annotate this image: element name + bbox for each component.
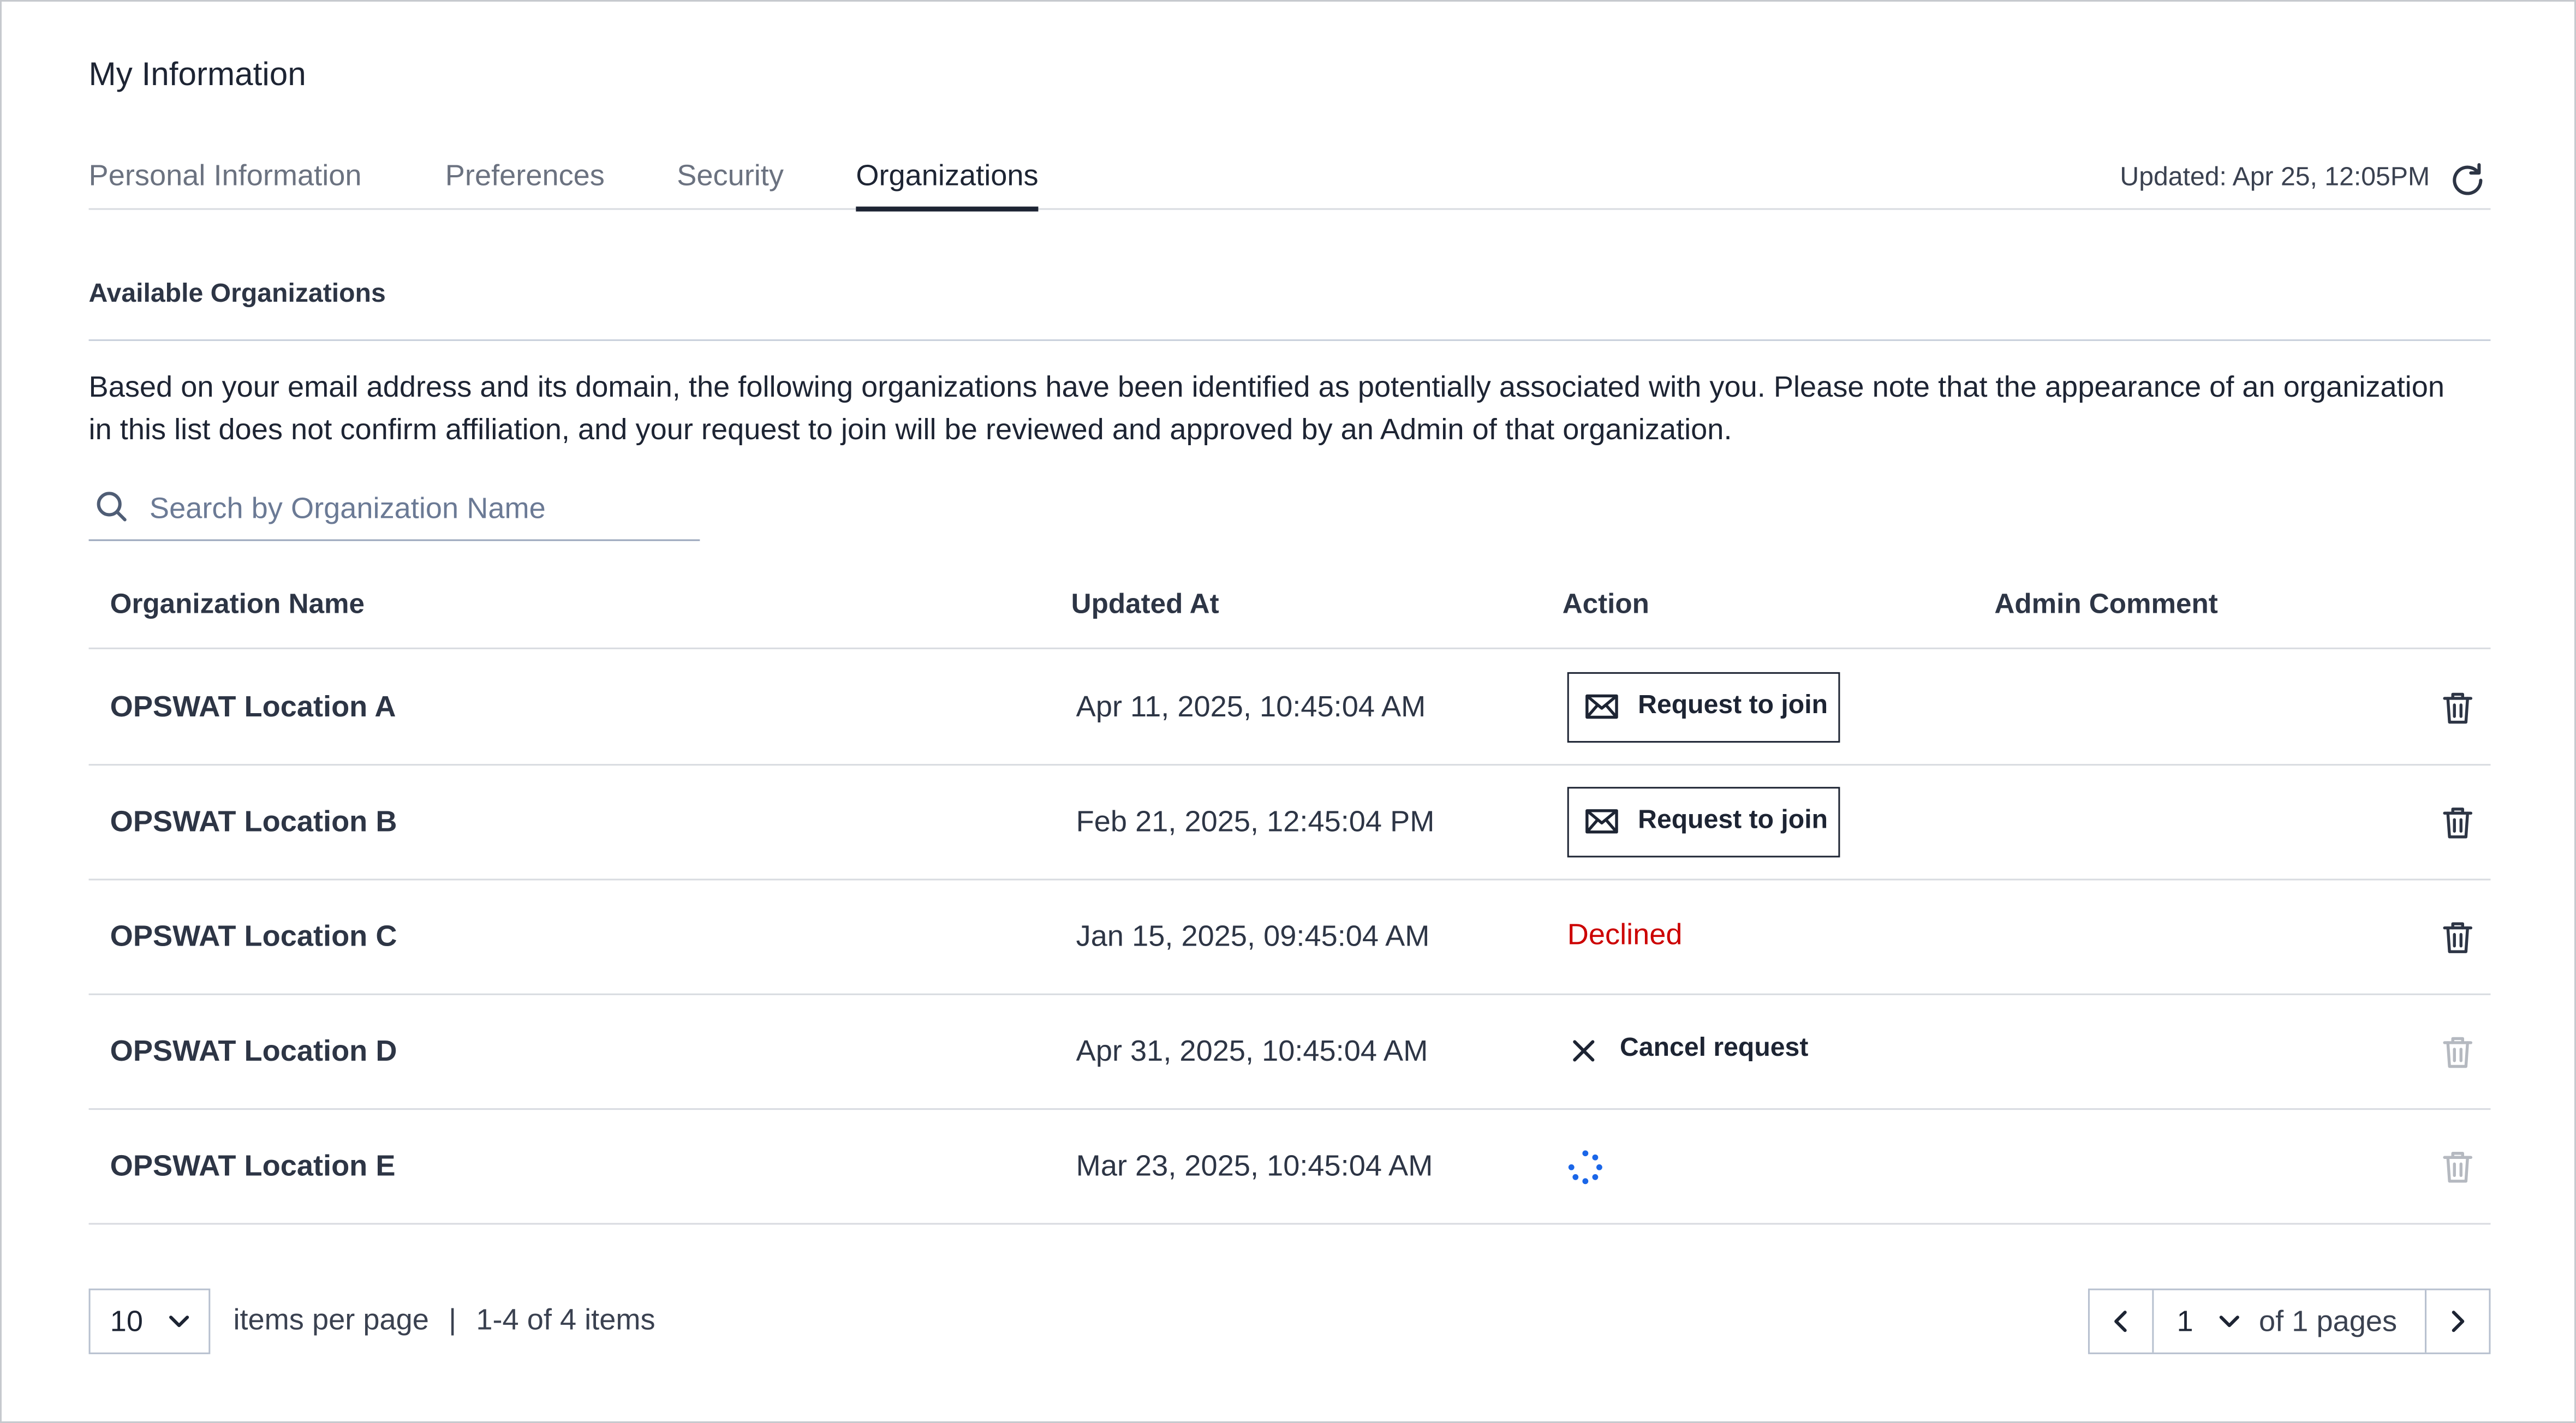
trash-icon [2440, 1035, 2476, 1071]
organization-name: OPSWAT Location D [110, 1034, 397, 1067]
per-page-label: items per page [233, 1303, 429, 1336]
organization-name: OPSWAT Location C [110, 919, 397, 953]
tab-security[interactable]: Security [677, 159, 784, 210]
cancel-request-label: Cancel request [1620, 1034, 1809, 1062]
updated-at: Jan 15, 2025, 09:45:04 AM [1076, 919, 1430, 953]
table-row: OPSWAT Location D Apr 31, 2025, 10:45:04… [88, 995, 2491, 1110]
column-header-organization-name: Organization Name [110, 588, 365, 620]
organization-name: OPSWAT Location B [110, 805, 397, 838]
request-to-join-button[interactable]: Request to join [1567, 787, 1840, 858]
page-size-select[interactable]: 10 [88, 1288, 211, 1354]
section-divider [88, 339, 2491, 341]
total-pages-label: of 1 pages [2259, 1305, 2398, 1338]
table-row: OPSWAT Location C Jan 15, 2025, 09:45:04… [88, 880, 2491, 995]
page-size-value: 10 [110, 1305, 143, 1338]
chevron-down-icon [168, 1310, 190, 1341]
organization-name: OPSWAT Location A [110, 690, 396, 724]
table-row: OPSWAT Location A Apr 11, 2025, 10:45:04… [88, 651, 2491, 766]
updated-at: Mar 23, 2025, 10:45:04 AM [1076, 1149, 1433, 1182]
table-header: Organization Name Updated At Action Admi… [88, 576, 2491, 649]
next-page-button[interactable] [2425, 1290, 2489, 1353]
close-icon [1572, 1039, 1595, 1071]
page-title: My Information [88, 57, 306, 94]
mail-icon [1585, 808, 1618, 842]
request-to-join-button[interactable]: Request to join [1567, 672, 1840, 743]
chevron-left-icon [2114, 1311, 2127, 1332]
items-per-page-text: items per page | 1-4 of 4 items [233, 1304, 655, 1338]
search-box [88, 480, 700, 541]
request-to-join-label: Request to join [1638, 691, 1828, 720]
column-header-action: Action [1562, 588, 1649, 620]
spinner-icon [1567, 1149, 1603, 1185]
section-title: Available Organizations [88, 280, 386, 308]
column-header-updated-at: Updated At [1071, 588, 1219, 620]
mail-icon [1585, 693, 1618, 728]
updated-timestamp: Updated: Apr 25, 12:05PM [2120, 164, 2430, 192]
trash-icon[interactable] [2440, 920, 2476, 956]
my-information-panel: My Information Personal Information Pref… [0, 0, 2576, 1423]
tab-preferences[interactable]: Preferences [445, 159, 605, 210]
previous-page-button[interactable] [2090, 1290, 2154, 1353]
updated-at: Apr 11, 2025, 10:45:04 AM [1076, 690, 1426, 724]
table-row: OPSWAT Location B Feb 21, 2025, 12:45:04… [88, 766, 2491, 881]
refresh-icon[interactable] [2448, 160, 2487, 200]
tab-personal-information[interactable]: Personal Information [89, 159, 362, 210]
current-page-select[interactable]: 1 [2177, 1305, 2193, 1340]
search-input[interactable] [149, 483, 692, 533]
organization-name: OPSWAT Location E [110, 1149, 396, 1182]
chevron-down-icon[interactable] [2218, 1310, 2241, 1341]
section-description: Based on your email address and its doma… [88, 370, 2444, 446]
tab-organizations[interactable]: Organizations [856, 159, 1039, 212]
range-label: 1-4 of 4 items [476, 1303, 655, 1336]
request-to-join-label: Request to join [1638, 806, 1828, 835]
declined-status: Declined [1567, 918, 1683, 951]
trash-icon[interactable] [2440, 690, 2476, 726]
trash-icon [2440, 1149, 2476, 1185]
chevron-right-icon [2452, 1311, 2465, 1332]
table-row: OPSWAT Location E Mar 23, 2025, 10:45:04… [88, 1110, 2491, 1225]
trash-icon[interactable] [2440, 805, 2476, 841]
updated-at: Apr 31, 2025, 10:45:04 AM [1076, 1034, 1428, 1067]
updated-at: Feb 21, 2025, 12:45:04 PM [1076, 805, 1435, 838]
separator: | [449, 1303, 457, 1336]
pagination: 1 of 1 pages [2088, 1288, 2491, 1354]
search-icon [94, 488, 130, 524]
column-header-admin-comment: Admin Comment [1994, 588, 2218, 620]
